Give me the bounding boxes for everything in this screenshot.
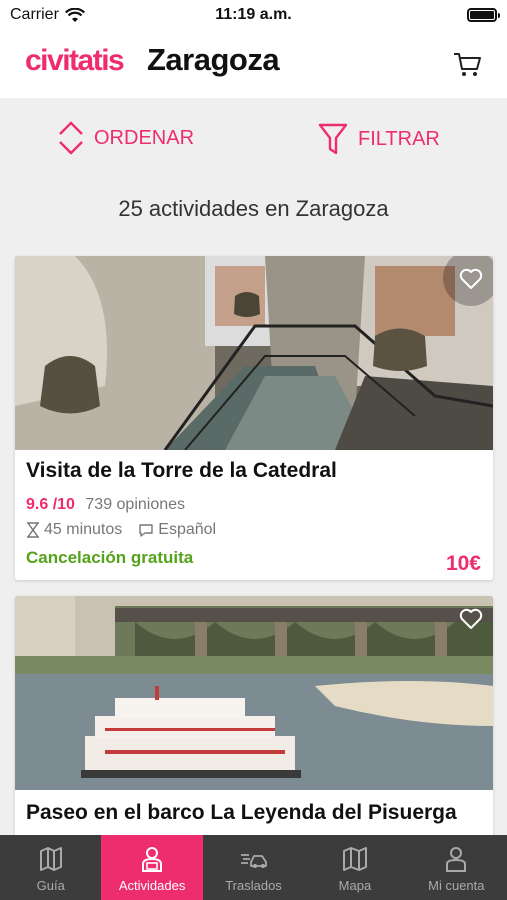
tab-guia[interactable]: Guía bbox=[0, 835, 101, 900]
tab-mi-cuenta[interactable]: Mi cuenta bbox=[406, 835, 507, 900]
activity-price: 10€ bbox=[445, 552, 481, 575]
activity-photo bbox=[15, 596, 493, 790]
speech-bubble-icon bbox=[139, 523, 153, 537]
activity-title[interactable]: Visita de la Torre de la Catedral bbox=[26, 459, 337, 483]
activity-title[interactable]: Paseo en el barco La Leyenda del Pisuerg… bbox=[26, 799, 466, 827]
sort-filter-bar: ORDENAR FILTRAR bbox=[0, 98, 507, 182]
rating-score: 9.6 /10 bbox=[26, 496, 75, 513]
tab-mapa[interactable]: Mapa bbox=[304, 835, 405, 900]
free-cancellation-label: Cancelación gratuita bbox=[26, 548, 194, 567]
activity-photo bbox=[15, 256, 493, 450]
car-transfer-icon bbox=[240, 854, 267, 868]
activity-meta: 45 minutos Español bbox=[26, 521, 216, 539]
favorite-heart-icon[interactable] bbox=[441, 596, 493, 648]
bottom-tab-bar: Guía Actividades Traslados Mapa Mi cuent… bbox=[0, 835, 507, 900]
hourglass-icon bbox=[27, 522, 39, 538]
tab-label: Guía bbox=[36, 878, 65, 893]
review-count: 739 opiniones bbox=[85, 496, 186, 513]
sort-label: ORDENAR bbox=[94, 126, 195, 149]
tab-label: Actividades bbox=[118, 878, 186, 893]
tab-label: Traslados bbox=[225, 878, 282, 893]
filter-label: FILTRAR bbox=[358, 127, 440, 150]
tab-traslados[interactable]: Traslados bbox=[203, 835, 304, 900]
activity-card[interactable]: Paseo en el barco La Leyenda del Pisuerg… bbox=[15, 596, 493, 856]
tab-label: Mi cuenta bbox=[428, 878, 485, 893]
user-icon bbox=[446, 847, 467, 872]
funnel-icon bbox=[318, 123, 348, 155]
sort-button[interactable]: ORDENAR bbox=[58, 120, 194, 156]
sort-arrows-icon bbox=[59, 121, 83, 155]
activity-card[interactable]: Visita de la Torre de la Catedral 9.6 /1… bbox=[15, 256, 493, 580]
tab-actividades[interactable]: Actividades bbox=[101, 835, 203, 900]
rating: 9.6 /10 739 opiniones bbox=[26, 496, 185, 514]
cart-icon[interactable] bbox=[451, 48, 483, 80]
brand-logo[interactable]: civitatis bbox=[25, 44, 125, 78]
clock: 11:19 a.m. bbox=[215, 6, 292, 23]
language: Español bbox=[158, 521, 217, 538]
person-badge-icon bbox=[142, 847, 163, 872]
map-guide-icon bbox=[39, 847, 62, 871]
app-header: civitatis Zaragoza bbox=[0, 32, 507, 98]
tab-label: Mapa bbox=[338, 878, 372, 893]
duration: 45 minutos bbox=[44, 521, 123, 538]
page-title: Zaragoza bbox=[147, 42, 280, 77]
battery-icon bbox=[467, 8, 500, 22]
status-bar: Carrier 11:19 a.m. bbox=[0, 0, 507, 32]
filter-button[interactable]: FILTRAR bbox=[318, 122, 440, 156]
results-count: 25 actividades en Zaragoza bbox=[118, 196, 389, 221]
favorite-heart-icon[interactable] bbox=[441, 256, 493, 308]
map-icon bbox=[342, 847, 367, 871]
